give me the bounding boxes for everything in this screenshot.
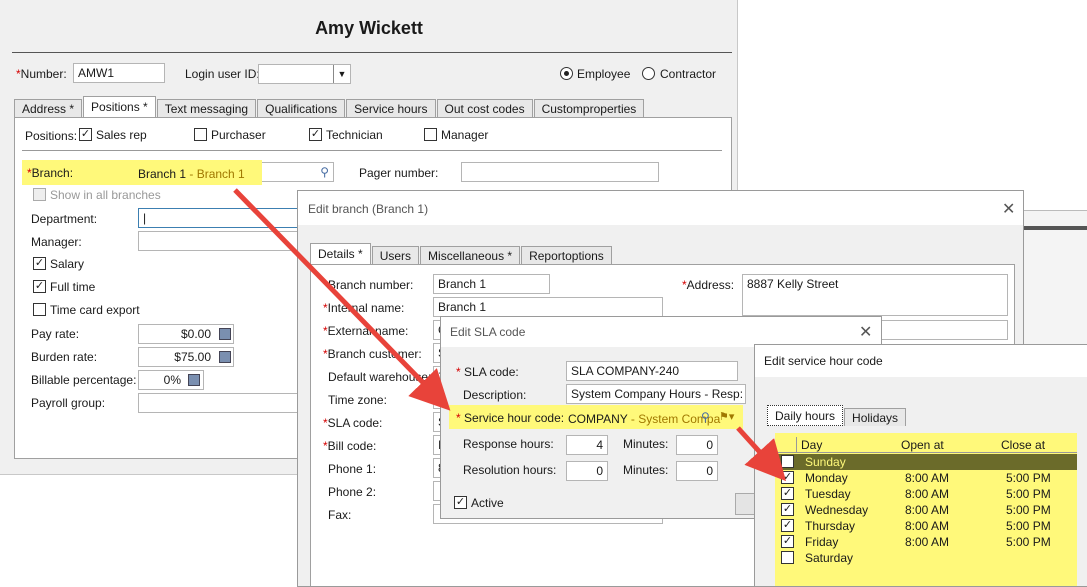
arrow-branch-to-sla: [233, 188, 451, 411]
annotation-arrows: [233, 188, 787, 482]
arrow-service-hour-to-grid: [736, 426, 787, 482]
